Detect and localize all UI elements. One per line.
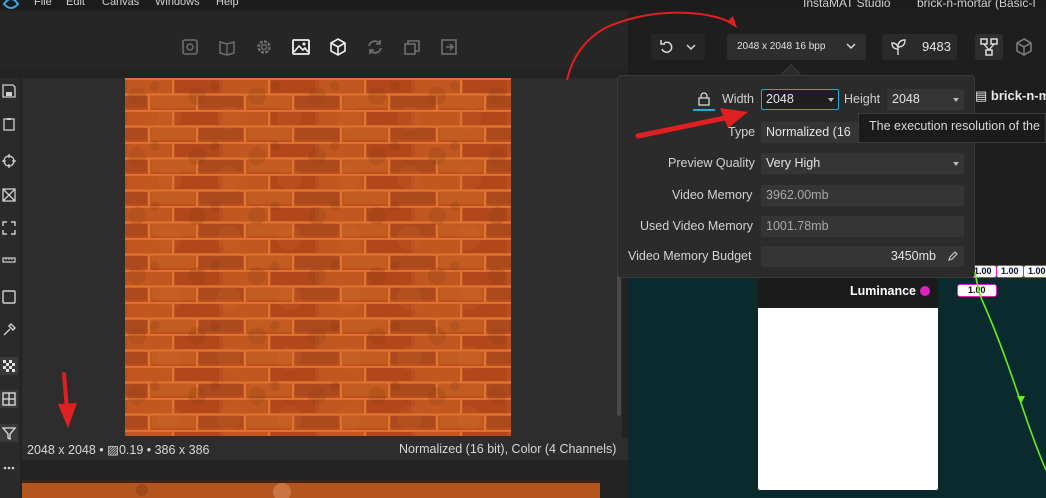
status-resolution: 2048 x 2048 • ▨0.19 • 386 x 386 xyxy=(27,443,210,457)
square-icon[interactable] xyxy=(0,288,18,306)
budget-value: 3450mb xyxy=(890,249,936,263)
crosshair-icon[interactable] xyxy=(0,152,18,170)
viewport-toolbar xyxy=(0,12,628,68)
value-chip: 1.00 xyxy=(996,265,1024,278)
seed-value: 9483 xyxy=(922,39,951,54)
height-value: 2048 xyxy=(892,92,920,106)
chevron-down-icon xyxy=(953,162,959,166)
gallery-icon[interactable] xyxy=(179,36,201,58)
history-group[interactable] xyxy=(651,34,705,60)
tooltip-text: The execution resolution of the xyxy=(869,119,1040,133)
more-icon[interactable] xyxy=(0,457,18,475)
brick-texture-preview[interactable] xyxy=(125,78,511,436)
checker-icon[interactable] xyxy=(0,357,18,375)
menu-edit[interactable]: Edit xyxy=(66,0,85,8)
type-value: Normalized (16 xyxy=(766,125,851,139)
ruler-icon[interactable] xyxy=(0,251,18,269)
menu-windows[interactable]: Windows xyxy=(155,0,200,8)
document-title: brick-n-mortar (Basic-I xyxy=(917,0,1036,10)
grid-icon[interactable] xyxy=(0,186,18,204)
filter-icon[interactable] xyxy=(0,424,18,442)
video-memory-value: 3962.00mb xyxy=(766,188,829,202)
secondary-preview-strip xyxy=(22,480,600,498)
chevron-down-icon xyxy=(845,40,857,52)
lock-icon[interactable] xyxy=(693,89,715,111)
height-label: Height xyxy=(844,92,881,106)
menu-help[interactable]: Help xyxy=(216,0,239,8)
app-logo-icon xyxy=(2,0,20,10)
width-value: 2048 xyxy=(766,92,794,106)
luminance-node[interactable] xyxy=(758,278,938,490)
document-icon: ▤ xyxy=(975,88,988,103)
budget-label: Video Memory Budget xyxy=(628,249,752,263)
width-label: Width xyxy=(722,92,754,106)
video-memory-label: Video Memory xyxy=(672,188,753,202)
tiles-icon[interactable] xyxy=(0,390,18,408)
node-name-text: brick-n-m xyxy=(990,88,1046,103)
cube-icon[interactable] xyxy=(327,36,349,58)
video-memory-field: 3962.00mb xyxy=(761,185,964,206)
image-icon[interactable] xyxy=(290,36,312,58)
node-name: ▤ brick-n-m xyxy=(975,88,1046,104)
layers-icon[interactable] xyxy=(401,36,423,58)
preview-quality-value: Very High xyxy=(766,156,821,170)
type-field[interactable]: Normalized (16 xyxy=(761,122,861,143)
menu-canvas[interactable]: Canvas xyxy=(102,0,139,8)
value-chip: 1.00 xyxy=(957,284,997,297)
used-video-memory-field: 1001.78mb xyxy=(761,216,964,237)
viewport-scrollbar[interactable] xyxy=(617,270,621,416)
edit-icon[interactable] xyxy=(947,250,959,262)
output-pin[interactable] xyxy=(920,286,930,296)
status-format: Normalized (16 bit), Color (4 Channels) xyxy=(399,442,617,456)
menu-file[interactable]: File xyxy=(34,0,52,8)
used-video-memory-label: Used Video Memory xyxy=(640,219,754,233)
value-chip: 1.00 xyxy=(1023,265,1046,278)
type-label: Type xyxy=(728,125,756,139)
budget-field[interactable]: 3450mb xyxy=(761,246,964,267)
refresh-icon[interactable] xyxy=(364,36,386,58)
chevron-down-icon xyxy=(828,98,834,102)
chevron-down-icon xyxy=(953,98,959,102)
used-video-memory-value: 1001.78mb xyxy=(766,219,829,233)
resolution-label: 2048 x 2048 16 bpp xyxy=(737,41,826,52)
book-icon[interactable] xyxy=(216,36,238,58)
clipboard-icon[interactable] xyxy=(0,115,18,133)
3d-view-icon[interactable] xyxy=(1010,34,1038,60)
graph-view-button[interactable] xyxy=(975,34,1003,60)
app-title: InstaMAT Studio xyxy=(803,0,891,10)
eyedropper-icon[interactable] xyxy=(0,321,18,339)
fit-icon[interactable] xyxy=(0,219,18,237)
preview-quality-label: Preview Quality xyxy=(668,156,755,170)
export-icon[interactable] xyxy=(438,36,460,58)
gear-icon[interactable] xyxy=(253,36,275,58)
preview-quality-select[interactable]: Very High xyxy=(761,153,964,174)
node-title: Luminance xyxy=(850,284,916,298)
save-icon[interactable] xyxy=(0,82,18,100)
tooltip: The execution resolution of the xyxy=(858,113,1046,143)
